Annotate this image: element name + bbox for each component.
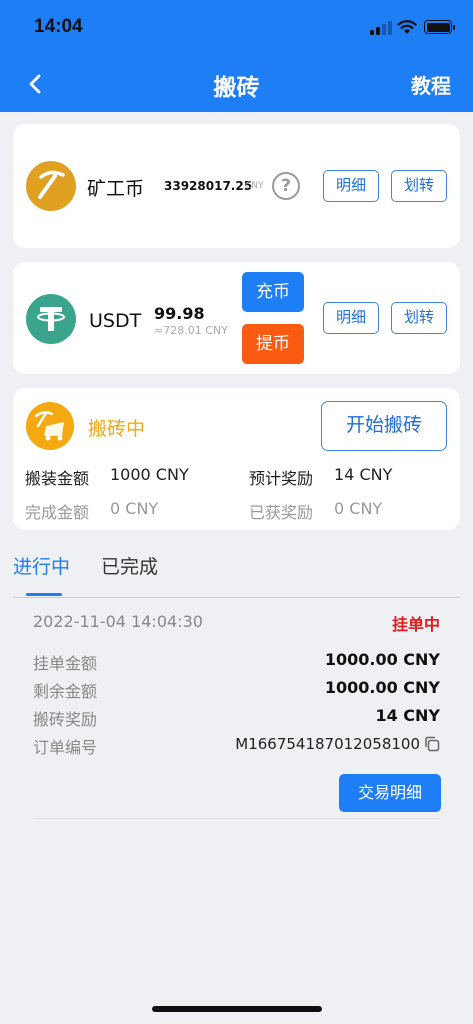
stat-label: 搬装金额 — [25, 469, 90, 488]
miner-coin-card: 矿工币 33928017.25 CNY ? 明细 划转 — [13, 124, 460, 248]
task-status: 搬砖中 — [88, 418, 146, 440]
task-card: 搬砖中 开始搬砖 搬装金额 1000 CNY 预计奖励 14 CNY 完成金额 … — [13, 388, 460, 530]
nav-bar: 搬砖 教程 — [0, 56, 473, 112]
order-divider — [33, 818, 440, 819]
miner-coin-unit: CNY — [245, 181, 264, 191]
order-row-value: 1000.00 CNY — [324, 650, 440, 669]
status-bar: 14:04 — [0, 0, 473, 56]
usdt-transfer-button[interactable]: 划转 — [391, 302, 447, 334]
order-row-label: 订单编号 — [33, 738, 98, 757]
tether-icon — [26, 294, 76, 344]
wifi-icon — [397, 20, 417, 34]
signal-icon — [370, 21, 392, 35]
withdraw-button[interactable]: 提币 — [242, 324, 304, 364]
start-task-button[interactable]: 开始搬砖 — [321, 401, 447, 451]
tab-completed[interactable]: 已完成 — [101, 552, 158, 579]
stat-label: 已获奖励 — [249, 503, 314, 522]
tab-in-progress[interactable]: 进行中 — [13, 552, 70, 579]
transaction-detail-button[interactable]: 交易明细 — [339, 774, 441, 812]
order-row-value: 1000.00 CNY — [324, 678, 440, 697]
miner-transfer-button[interactable]: 划转 — [391, 170, 447, 202]
usdt-approx: ≈728.01 CNY — [154, 324, 228, 337]
usdt-name: USDT — [89, 310, 142, 332]
tutorial-link[interactable]: 教程 — [411, 70, 451, 99]
usdt-detail-button[interactable]: 明细 — [323, 302, 379, 334]
status-time: 14:04 — [34, 16, 83, 37]
help-icon[interactable]: ? — [272, 172, 300, 200]
order-row-label: 搬砖奖励 — [33, 710, 98, 729]
miner-cart-icon — [26, 402, 74, 450]
stat-value: 0 CNY — [110, 499, 159, 518]
order-item: 2022-11-04 14:04:30 挂单中 挂单金额 1000.00 CNY… — [13, 598, 460, 820]
pickaxe-coin-icon — [26, 161, 76, 211]
order-row-label: 挂单金额 — [33, 654, 98, 673]
battery-icon — [424, 20, 455, 34]
home-indicator — [152, 1006, 322, 1012]
order-date: 2022-11-04 14:04:30 — [33, 612, 203, 631]
deposit-button[interactable]: 充币 — [242, 272, 304, 312]
stat-value: 14 CNY — [334, 465, 393, 484]
copy-icon[interactable] — [424, 736, 440, 752]
order-status: 挂单中 — [391, 615, 440, 634]
miner-coin-amount: 33928017.25 — [164, 179, 253, 193]
stat-label: 预计奖励 — [249, 469, 314, 488]
stat-value: 0 CNY — [334, 499, 383, 518]
stat-value: 1000 CNY — [110, 465, 189, 484]
order-row-label: 剩余金额 — [33, 682, 98, 701]
page-title: 搬砖 — [213, 74, 260, 100]
stat-label: 完成金额 — [25, 503, 90, 522]
miner-coin-name: 矿工币 — [87, 178, 145, 200]
usdt-amount: 99.98 — [154, 304, 205, 323]
miner-detail-button[interactable]: 明细 — [323, 170, 379, 202]
usdt-card: USDT 99.98 ≈728.01 CNY 充币 提币 明细 划转 — [13, 262, 460, 374]
order-number: M166754187012058100 — [235, 735, 420, 753]
order-row-value: 14 CNY — [375, 706, 440, 725]
active-tab-indicator — [26, 593, 62, 596]
